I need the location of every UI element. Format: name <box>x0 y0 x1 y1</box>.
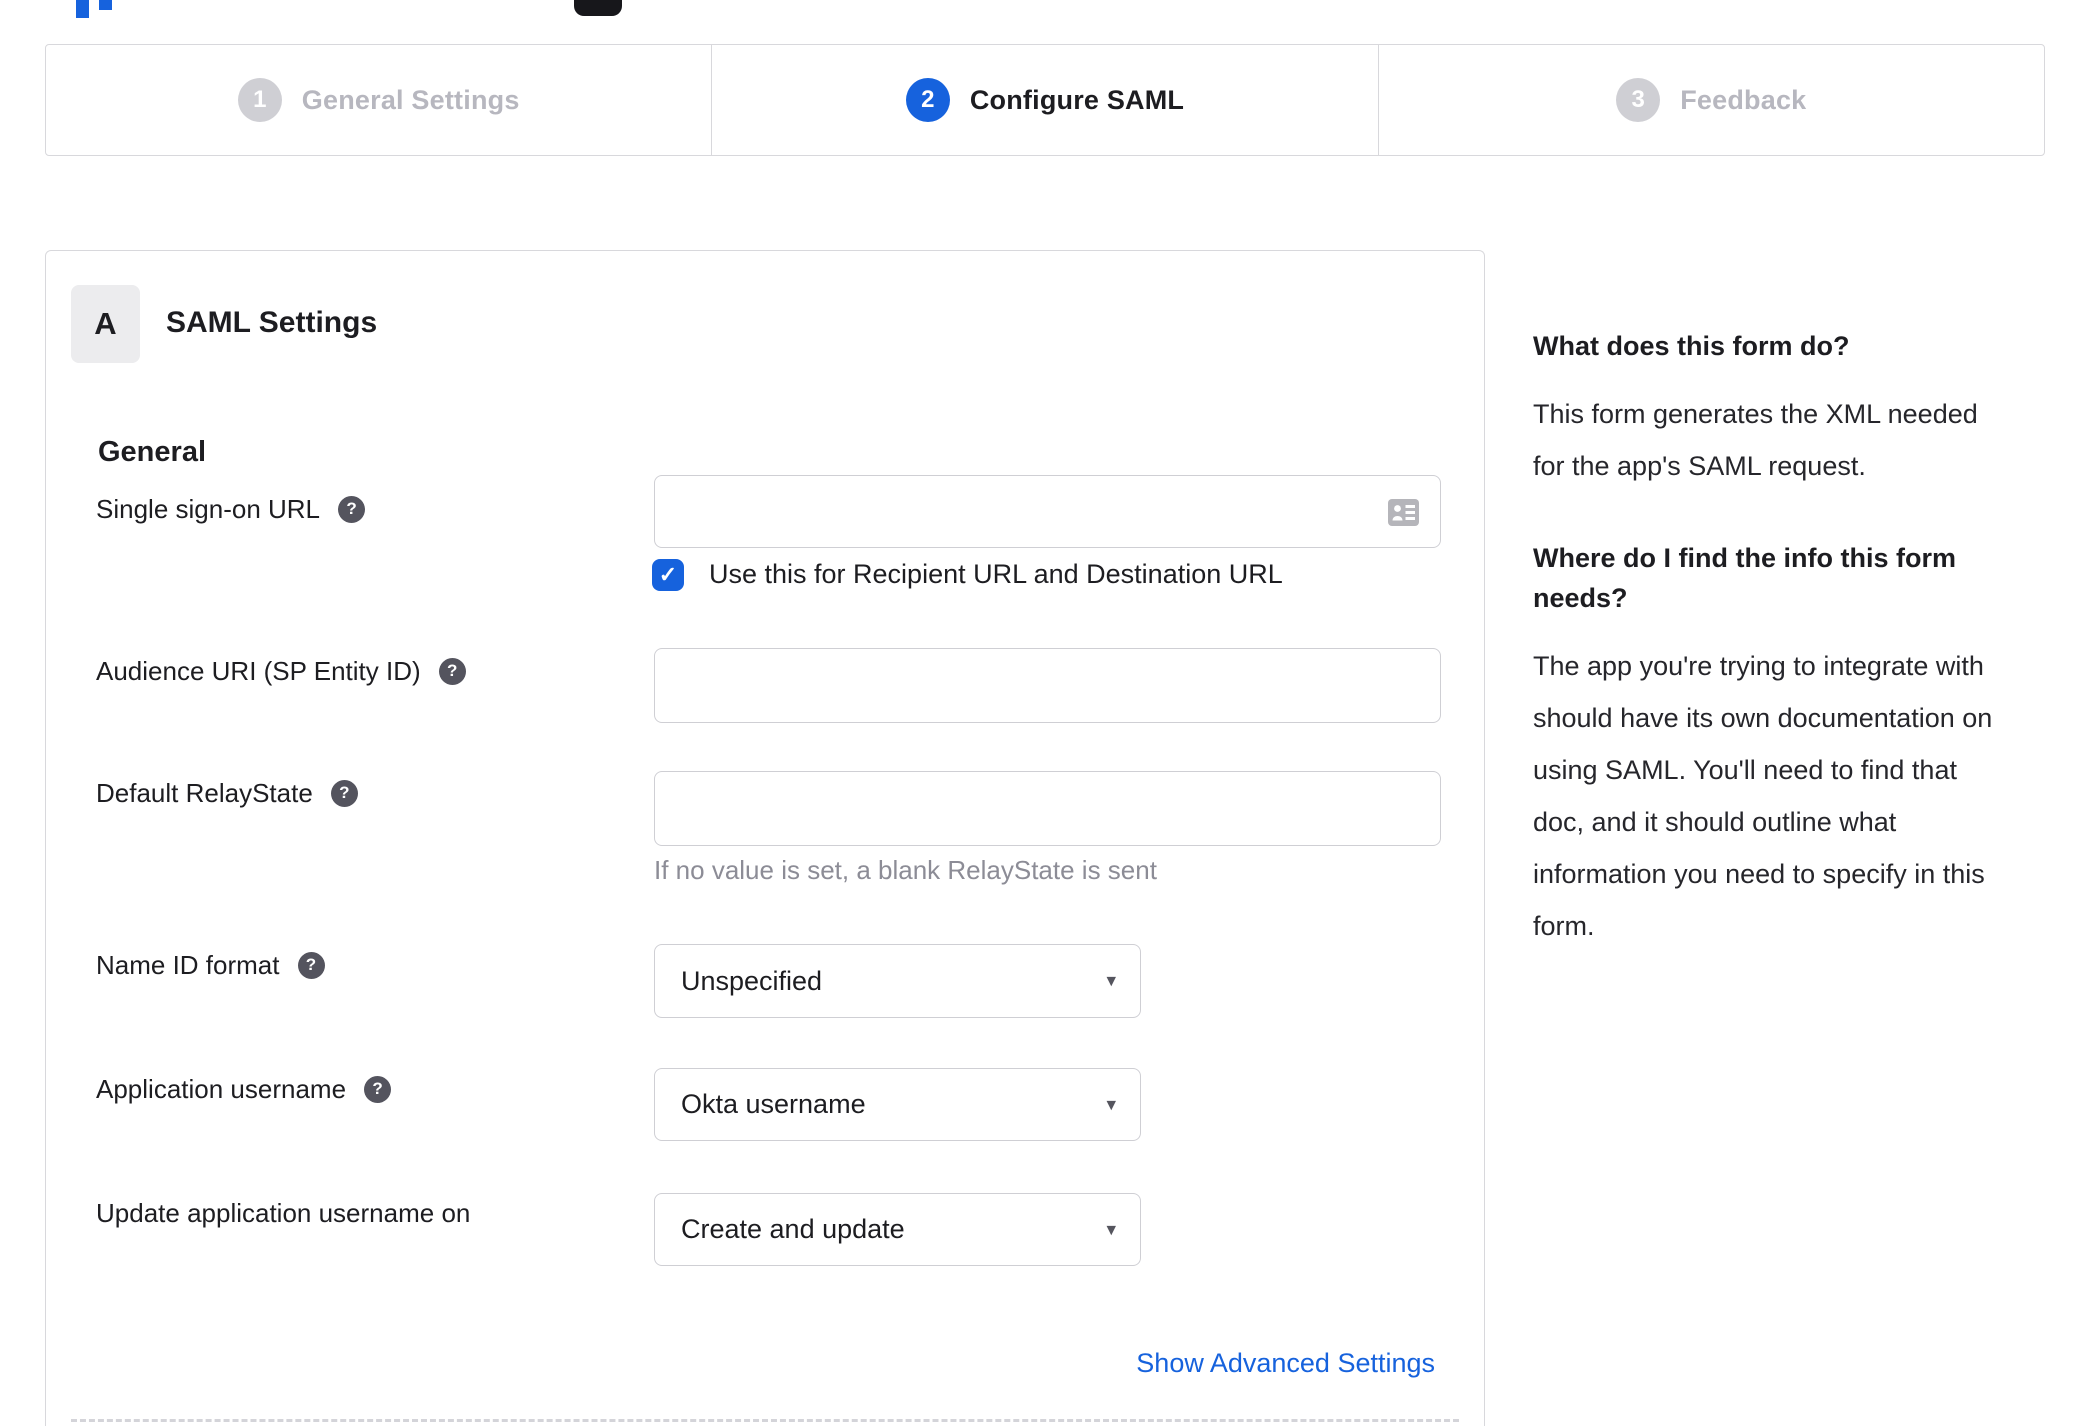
help-icon[interactable]: ? <box>438 657 466 685</box>
sso-url-input[interactable] <box>654 475 1441 548</box>
update-app-username-selected-value: Create and update <box>681 1214 905 1244</box>
step-label: Feedback <box>1680 84 1807 115</box>
wizard-step-feedback: 3 Feedback <box>1379 45 2044 155</box>
update-app-username-field-label: Update application username on <box>96 1197 470 1229</box>
chevron-down-icon: ▾ <box>1106 970 1116 992</box>
wizard-step-bar: 1 General Settings 2 Configure SAML 3 Fe… <box>45 44 2045 156</box>
update-app-username-select[interactable]: Create and update ▾ <box>654 1193 1141 1266</box>
audience-uri-field-label: Audience URI (SP Entity ID) ? <box>96 655 466 687</box>
application-username-field-label: Application username ? <box>96 1073 392 1105</box>
step-label: Configure SAML <box>969 84 1185 115</box>
relaystate-label-text: Default RelayState <box>96 778 313 808</box>
audience-uri-input[interactable] <box>654 648 1441 723</box>
relaystate-field-label: Default RelayState ? <box>96 777 358 809</box>
panel-title: SAML Settings <box>166 306 378 339</box>
help-icon[interactable]: ? <box>338 495 366 523</box>
section-a-badge: A <box>71 285 140 363</box>
step-number-badge: 3 <box>1616 78 1661 122</box>
application-username-selected-value: Okta username <box>681 1089 866 1119</box>
help-icon[interactable]: ? <box>297 951 325 979</box>
help-icon[interactable]: ? <box>330 779 358 807</box>
wizard-step-configure-saml: 2 Configure SAML <box>712 45 1379 155</box>
step-number-badge: 2 <box>905 78 950 122</box>
sso-url-label-text: Single sign-on URL <box>96 494 321 524</box>
saml-settings-panel: A SAML Settings General Single sign-on U… <box>45 250 1485 1426</box>
chevron-down-icon: ▾ <box>1106 1219 1116 1240</box>
step-label: General Settings <box>301 84 520 115</box>
name-id-format-select[interactable]: Unspecified ▾ <box>654 944 1141 1018</box>
audience-uri-label-text: Audience URI (SP Entity ID) <box>96 656 421 686</box>
cropped-blue-fragment <box>99 0 112 10</box>
section-dashed-divider <box>71 1419 1459 1422</box>
sidebar-answer-1: This form generates the XML needed for t… <box>1533 399 1978 481</box>
sidebar-answer-2: The app you're trying to integrate with … <box>1533 651 1993 941</box>
step-number-badge: 1 <box>237 78 282 122</box>
name-id-format-field-label: Name ID format ? <box>96 949 325 981</box>
recipient-destination-checkbox[interactable]: ✓ <box>652 559 684 591</box>
name-id-format-label-text: Name ID format <box>96 950 280 980</box>
sidebar-question-2: Where do I find the info this form needs… <box>1533 543 1956 613</box>
help-icon[interactable]: ? <box>364 1075 392 1103</box>
autofill-contact-icon[interactable] <box>1388 499 1419 526</box>
relaystate-hint: If no value is set, a blank RelayState i… <box>654 855 1157 885</box>
sidebar-question-1: What does this form do? <box>1533 331 1850 361</box>
chevron-down-icon: ▾ <box>1106 1094 1116 1115</box>
application-username-label-text: Application username <box>96 1074 347 1104</box>
sso-url-field-label: Single sign-on URL ? <box>96 493 366 525</box>
cropped-blue-fragment <box>76 0 89 18</box>
update-app-username-label-text: Update application username on <box>96 1198 471 1228</box>
application-username-select[interactable]: Okta username ▾ <box>654 1068 1141 1141</box>
help-sidebar: What does this form do? This form genera… <box>1533 326 2049 998</box>
general-section-heading: General <box>98 436 206 468</box>
cropped-dark-logo-fragment <box>574 0 622 16</box>
relaystate-input[interactable] <box>654 771 1441 846</box>
show-advanced-settings-link[interactable]: Show Advanced Settings <box>1136 1348 1435 1379</box>
wizard-step-general-settings: 1 General Settings <box>46 45 713 155</box>
recipient-destination-checkbox-label: Use this for Recipient URL and Destinati… <box>709 559 1283 589</box>
name-id-format-selected-value: Unspecified <box>681 965 823 996</box>
